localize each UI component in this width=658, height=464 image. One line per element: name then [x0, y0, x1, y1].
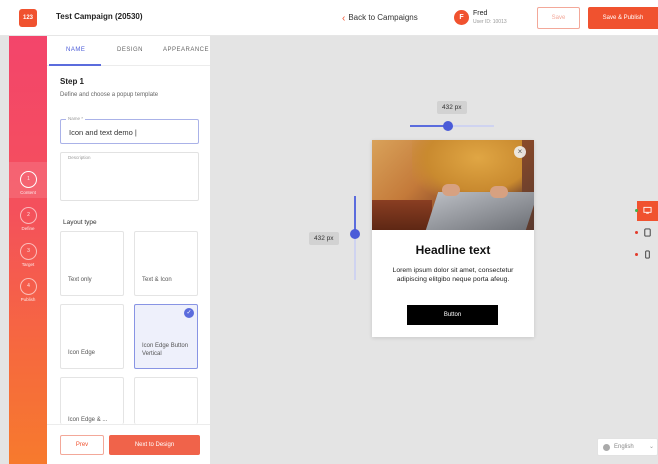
- desktop-icon: [643, 206, 652, 214]
- layout-card-text-only[interactable]: Text only: [60, 231, 124, 296]
- step-define-label: Define: [21, 226, 35, 231]
- globe-icon: [603, 444, 610, 451]
- device-tablet-button[interactable]: [635, 223, 658, 243]
- layout-card-label: Text only: [68, 277, 92, 283]
- popup-cta-button[interactable]: Button: [407, 305, 498, 325]
- config-panel: NAME DESIGN APPEARANCE Step 1 Define and…: [47, 36, 210, 464]
- layout-card-icon-edge[interactable]: Icon Edge: [60, 304, 124, 369]
- image-hand-right: [490, 186, 508, 198]
- user-name: Fred: [473, 10, 488, 17]
- check-icon: ✓: [184, 308, 194, 318]
- chevron-left-icon: ‹: [342, 13, 346, 24]
- step-content[interactable]: 1: [20, 171, 37, 188]
- mobile-icon: [645, 250, 650, 259]
- top-bar: 123 Test Campaign (20530) ‹ Back to Campa…: [0, 0, 658, 36]
- popup-preview[interactable]: × Headline text Lorem ipsum dolor sit am…: [372, 140, 534, 337]
- layout-card-label: Icon Edge Button Vertical: [142, 343, 189, 357]
- name-field[interactable]: Name * Icon and text demo |: [60, 116, 199, 144]
- status-dot: [635, 209, 638, 212]
- status-dot: [635, 253, 638, 256]
- popup-body-text: Lorem ipsum dolor sit amet, consectetur …: [392, 267, 514, 283]
- layout-card-label: Icon Edge & ...: [68, 417, 108, 423]
- step-publish-label: Publish: [20, 297, 36, 302]
- device-desktop-button[interactable]: [635, 201, 658, 221]
- height-readout: 432 px: [309, 232, 339, 245]
- chevron-down-icon: ⌄: [649, 444, 655, 450]
- app-logo[interactable]: 123: [19, 9, 37, 27]
- campaign-title: Test Campaign (20530): [56, 12, 143, 21]
- tab-name[interactable]: NAME: [66, 47, 85, 53]
- next-to-design-button[interactable]: Next to Design: [109, 435, 200, 455]
- device-mobile-button[interactable]: [635, 245, 658, 265]
- status-dot: [635, 231, 638, 234]
- layout-card-icon-edge-and[interactable]: Icon Edge & ...: [60, 377, 124, 424]
- step-target[interactable]: 3: [20, 243, 37, 260]
- tab-design[interactable]: DESIGN: [117, 47, 143, 53]
- back-label: Back to Campaigns: [348, 13, 418, 22]
- step-content-label: Content: [20, 190, 36, 195]
- back-to-campaigns-link[interactable]: ‹ Back to Campaigns: [342, 12, 418, 24]
- height-slider-handle[interactable]: [350, 229, 360, 239]
- step-target-label: Target: [21, 262, 35, 267]
- description-field[interactable]: Description: [60, 152, 199, 201]
- close-icon[interactable]: ×: [514, 146, 526, 158]
- image-desk: [372, 200, 432, 230]
- panel-tabs: NAME DESIGN APPEARANCE: [47, 36, 210, 66]
- image-hand-left: [442, 184, 460, 196]
- language-selector[interactable]: English ⌄: [597, 438, 658, 456]
- image-laptop: [425, 192, 534, 230]
- device-switcher: [635, 201, 658, 265]
- user-avatar[interactable]: F: [454, 10, 469, 25]
- language-label: English: [614, 444, 634, 450]
- name-field-value: Icon and text demo |: [69, 128, 137, 137]
- save-publish-button[interactable]: Save & Publish: [588, 7, 658, 29]
- step-define[interactable]: 2: [20, 207, 37, 224]
- layout-type-heading: Layout type: [63, 219, 97, 226]
- layout-card-icon-edge-button-vertical[interactable]: ✓ Icon Edge Button Vertical: [134, 304, 198, 369]
- width-slider-handle[interactable]: [443, 121, 453, 131]
- popup-headline: Headline text: [415, 243, 491, 257]
- prev-button[interactable]: Prev: [60, 435, 104, 455]
- save-button[interactable]: Save: [537, 7, 580, 29]
- user-id: User ID: 10013: [473, 19, 507, 25]
- step-publish[interactable]: 4: [20, 278, 37, 295]
- tab-appearance[interactable]: APPEARANCE: [163, 47, 209, 53]
- description-field-label: Description: [66, 155, 93, 160]
- layout-card-label: Icon Edge: [68, 350, 96, 356]
- logo-text: 123: [22, 15, 33, 21]
- step-description: Define and choose a popup template: [60, 92, 159, 98]
- step-title: Step 1: [60, 77, 85, 86]
- step-rail: 1 Content 2 Define 3 Target 4 Publish: [9, 36, 47, 464]
- width-readout: 432 px: [437, 101, 467, 114]
- name-field-label: Name *: [66, 116, 86, 121]
- popup-hero-image: [372, 140, 534, 230]
- panel-footer: Prev Next to Design: [47, 424, 210, 464]
- layout-card-label: Text & Icon: [142, 277, 172, 283]
- tablet-icon: [644, 228, 651, 237]
- active-tab-indicator: [49, 64, 101, 66]
- layout-card-text-icon[interactable]: Text & Icon: [134, 231, 198, 296]
- layout-card-blank[interactable]: [134, 377, 198, 424]
